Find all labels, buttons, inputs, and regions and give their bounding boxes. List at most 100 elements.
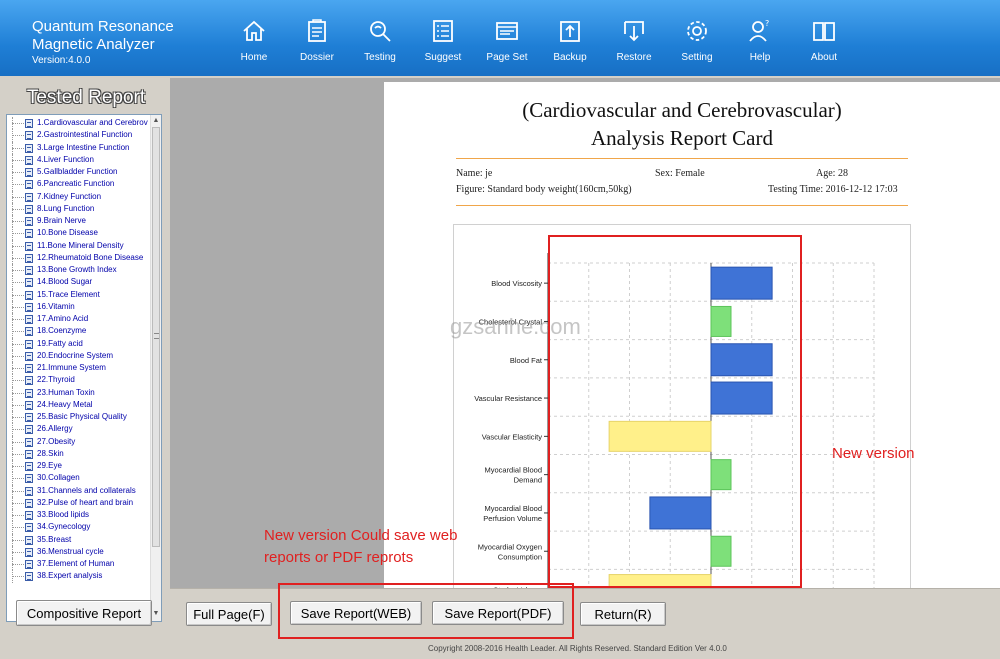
nav-setting[interactable]: Setting	[667, 18, 727, 70]
tree-item[interactable]: 14.Blood Sugar	[7, 276, 151, 289]
report-doc-icon	[25, 474, 33, 484]
y-tick-label: Myocardial Oxygen Consumption	[478, 542, 542, 561]
compositive-report-button[interactable]: Compositive Report	[16, 600, 152, 626]
tree-item[interactable]: 30.Collagen	[7, 472, 151, 485]
nav-suggest-label: Suggest	[424, 52, 462, 63]
tree-item[interactable]: 20.Endocrine System	[7, 349, 151, 362]
report-doc-icon	[25, 119, 33, 128]
nav-testing[interactable]: Testing	[350, 18, 410, 70]
tree-item-label: 5.Gallbladder Function	[37, 167, 118, 176]
tree-item[interactable]: 2.Gastrointestinal Function	[7, 129, 151, 142]
nav-dossier[interactable]: Dossier	[287, 18, 347, 70]
tested-report-title: Tested Report	[26, 87, 146, 108]
tree-item[interactable]: 29.Eye	[7, 460, 151, 473]
nav-restore[interactable]: Restore	[604, 18, 664, 70]
tree-item[interactable]: 37.Element of Human	[7, 558, 151, 571]
save-note-annotation: New version Could save web reports or PD…	[264, 525, 457, 569]
tree-item[interactable]: 11.Bone Mineral Density	[7, 239, 151, 252]
report-doc-icon	[25, 376, 33, 386]
tree-item[interactable]: 1.Cardiovascular and Cerebrov	[7, 117, 151, 130]
y-tick-label: Vascular Elasticity	[482, 432, 543, 441]
tree-item[interactable]: 36.Menstrual cycle	[7, 545, 151, 558]
report-doc-icon	[25, 155, 33, 165]
tree-item[interactable]: 32.Pulse of heart and brain	[7, 496, 151, 509]
save-note-line1: New version Could save web	[264, 527, 458, 544]
tree-item[interactable]: 22.Thyroid	[7, 374, 151, 387]
nav-help[interactable]: ? Help	[730, 18, 790, 70]
tree-item[interactable]: 4.Liver Function	[7, 153, 151, 166]
report-doc-icon	[25, 192, 33, 202]
tree-item[interactable]: 35.Breast	[7, 533, 151, 546]
tree-item[interactable]: 10.Bone Disease	[7, 227, 151, 240]
report-doc-icon	[25, 511, 33, 520]
report-doc-icon	[25, 413, 33, 422]
tree-item[interactable]: 26.Allergy	[7, 423, 151, 436]
tree-item[interactable]: 38.Expert analysis	[7, 570, 151, 583]
report-doc-icon	[25, 400, 33, 410]
report-doc-icon	[25, 266, 33, 275]
tree-item-label: 8.Lung Function	[37, 203, 95, 213]
report-doc-icon	[25, 180, 33, 190]
tree-item[interactable]: 19.Fatty acid	[7, 337, 151, 350]
nav-about-label: About	[810, 52, 838, 63]
tree-item[interactable]: 25.Basic Physical Quality	[7, 411, 151, 424]
scroll-up-arrow-icon[interactable]: ▲	[151, 116, 161, 126]
tree-item[interactable]: 27.Obesity	[7, 435, 151, 448]
tree-item-label: 9.Brain Nerve	[37, 216, 86, 225]
tree-item-label: 17.Amino Acid	[37, 314, 89, 323]
report-doc-icon	[25, 229, 33, 239]
scroll-down-arrow-icon[interactable]: ▼	[151, 609, 161, 619]
gear-icon	[687, 21, 707, 41]
scroll-thumb[interactable]	[152, 127, 160, 547]
tree-branch	[12, 490, 24, 492]
tree-item[interactable]: 31.Channels and collaterals	[7, 484, 151, 497]
tree-branch	[12, 135, 24, 137]
tree-item[interactable]: 33.Blood lipids	[7, 509, 151, 522]
nav-suggest[interactable]: Suggest	[413, 18, 473, 70]
nav-backup[interactable]: Backup	[540, 18, 600, 70]
app-title-line2: Magnetic Analyzer	[32, 36, 155, 53]
full-page-button[interactable]: Full Page(F)	[186, 602, 272, 626]
tested-report-panel: Tested Report 1.Cardiovascular and Cereb…	[0, 76, 168, 642]
tree-item-label: 25.Basic Physical Quality	[37, 412, 127, 421]
tree-item[interactable]: 16.Vitamin	[7, 300, 151, 313]
nav-page-set[interactable]: Page Set	[477, 18, 537, 70]
tree-branch	[12, 478, 24, 480]
tree-item[interactable]: 13.Bone Growth Index	[7, 264, 151, 277]
tree-scrollbar[interactable]: ▲ ▼	[150, 115, 161, 621]
tree-item[interactable]: 28.Skin	[7, 447, 151, 460]
tree-branch	[12, 368, 24, 369]
tree-item[interactable]: 18.Coenzyme	[7, 325, 151, 338]
report-tree-list: 1.Cardiovascular and Cerebrov 2.Gastroint…	[7, 117, 151, 583]
tree-branch	[12, 441, 24, 443]
tree-item[interactable]: 8.Lung Function	[7, 202, 151, 215]
report-doc-icon	[25, 449, 33, 459]
tree-item[interactable]: 7.Kidney Function	[7, 190, 151, 203]
tree-item[interactable]: 17.Amino Acid	[7, 313, 151, 326]
tree-item[interactable]: 24.Heavy Metal	[7, 398, 151, 411]
report-doc-icon	[25, 278, 33, 288]
tree-item[interactable]: 12.Rheumatoid Bone Disease	[7, 251, 151, 264]
tree-item[interactable]: 34.Gynecology	[7, 521, 151, 534]
tree-item[interactable]: 23.Human Toxin	[7, 386, 151, 399]
nav-home[interactable]: Home	[224, 18, 284, 70]
tree-branch	[12, 466, 24, 467]
tree-item[interactable]: 15.Trace Element	[7, 288, 151, 301]
nav-about[interactable]: About	[794, 18, 854, 70]
tree-item[interactable]: 3.Large Intestine Function	[7, 141, 151, 154]
tree-item[interactable]: 9.Brain Nerve	[7, 215, 151, 228]
nav-dossier-label: Dossier	[300, 52, 334, 63]
tree-item[interactable]: 6.Pancreatic Function	[7, 178, 151, 191]
patient-figure: Figure: Standard body weight(160cm,50kg)	[456, 184, 632, 195]
tree-branch	[12, 233, 24, 235]
copyright-bar: Copyright 2008-2016 Health Leader. All R…	[0, 642, 1000, 659]
tree-item-label: 7.Kidney Function	[37, 191, 102, 201]
tree-item-label: 29.Eye	[37, 461, 62, 470]
report-tree[interactable]: 1.Cardiovascular and Cerebrov 2.Gastroint…	[6, 114, 162, 622]
return-button[interactable]: Return(R)	[580, 602, 666, 626]
tree-item[interactable]: 21.Immune System	[7, 362, 151, 375]
tree-branch	[12, 453, 24, 455]
tree-item-label: 13.Bone Growth Index	[37, 265, 117, 274]
tree-item[interactable]: 5.Gallbladder Function	[7, 166, 151, 179]
upload-icon	[560, 21, 580, 42]
